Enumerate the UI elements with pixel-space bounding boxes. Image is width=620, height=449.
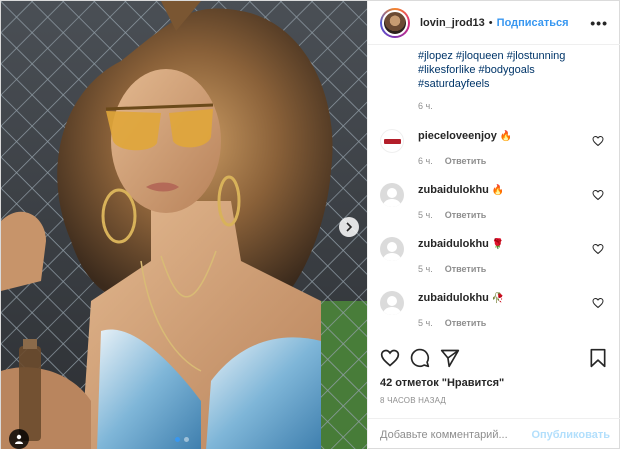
comment-icon[interactable] [410, 348, 430, 368]
post-dialog: lovin_jrod13 • Подписаться ••• #jlopez #… [0, 0, 620, 449]
post-header: lovin_jrod13 • Подписаться ••• [368, 1, 620, 45]
hashtag-link[interactable]: #bodygoals [479, 64, 535, 76]
commenter-username[interactable]: zubaidulokhu [418, 292, 489, 304]
more-icon[interactable]: ••• [590, 15, 608, 31]
hashtag-link[interactable]: #jlopez [418, 50, 453, 62]
publish-button[interactable]: Опубликовать [531, 429, 610, 441]
share-icon[interactable] [440, 348, 460, 368]
author-username[interactable]: lovin_jrod13 [420, 17, 485, 29]
commenter-username[interactable]: pieceloveenjoy [418, 130, 497, 142]
heart-icon[interactable] [380, 348, 400, 368]
post-actions [380, 346, 608, 372]
author-avatar[interactable] [380, 7, 410, 38]
chevron-right-icon [346, 222, 353, 232]
caption-time: 6 ч. [418, 101, 433, 111]
likes-count[interactable]: 42 отметок "Нравится" [380, 377, 504, 389]
comment-item: zubaidulokhu 🌹 5 ч. Ответить [380, 237, 608, 283]
commenter-avatar[interactable] [380, 183, 404, 207]
reply-button[interactable]: Ответить [445, 264, 487, 274]
post-timestamp: 8 ЧАСОВ НАЗАД [380, 396, 447, 405]
comment-item: zubaidulokhu 🔥 5 ч. Ответить [380, 183, 608, 229]
comment-item: pieceloveenjoy 🔥 6 ч. Ответить [380, 129, 608, 175]
heart-icon[interactable] [592, 189, 604, 201]
comment-time: 5 ч. [418, 264, 433, 274]
add-comment-form: Опубликовать [368, 418, 620, 449]
carousel-indicator [175, 437, 189, 442]
comment-time: 6 ч. [418, 156, 433, 166]
post-photo[interactable] [1, 1, 367, 449]
carousel-dot-active [175, 437, 180, 442]
reply-button[interactable]: Ответить [445, 318, 487, 328]
header-separator: • [488, 16, 493, 29]
hashtag-link[interactable]: #likesforlike [418, 64, 475, 76]
hashtag-link[interactable]: #jlostunning [507, 50, 566, 62]
commenter-avatar[interactable] [380, 237, 404, 261]
hashtag-link[interactable]: #saturdayfeels [418, 78, 490, 90]
caption-hashtags: #jlopez #jloqueen #jlostunning #likesfor… [418, 49, 608, 91]
comment-text: 🔥 [499, 131, 513, 142]
reply-button[interactable]: Ответить [445, 156, 487, 166]
comment-item: zubaidulokhu 🥀 5 ч. Ответить [380, 291, 608, 337]
user-icon [15, 434, 23, 444]
hashtag-link[interactable]: #jloqueen [456, 50, 504, 62]
comments-list: #jlopez #jloqueen #jlostunning #likesfor… [368, 45, 620, 341]
post-sidebar: lovin_jrod13 • Подписаться ••• #jlopez #… [367, 1, 620, 449]
next-photo-button[interactable] [339, 217, 359, 237]
carousel-dot [184, 437, 189, 442]
heart-icon[interactable] [592, 297, 604, 309]
commenter-avatar[interactable] [380, 291, 404, 315]
commenter-avatar[interactable] [380, 129, 404, 153]
comment-time: 5 ч. [418, 318, 433, 328]
photo-image [1, 1, 367, 449]
heart-icon[interactable] [592, 243, 604, 255]
comment-time: 5 ч. [418, 210, 433, 220]
heart-icon[interactable] [592, 135, 604, 147]
bookmark-icon[interactable] [588, 348, 608, 368]
comment-text: 🔥 [491, 185, 505, 196]
comment-text: 🌹 [491, 239, 505, 250]
commenter-username[interactable]: zubaidulokhu [418, 238, 489, 250]
reply-button[interactable]: Ответить [445, 210, 487, 220]
tagged-users-button[interactable] [9, 429, 29, 449]
commenter-username[interactable]: zubaidulokhu [418, 184, 489, 196]
follow-button[interactable]: Подписаться [497, 17, 569, 29]
comment-input[interactable] [380, 428, 532, 441]
comment-text: 🥀 [491, 293, 505, 304]
